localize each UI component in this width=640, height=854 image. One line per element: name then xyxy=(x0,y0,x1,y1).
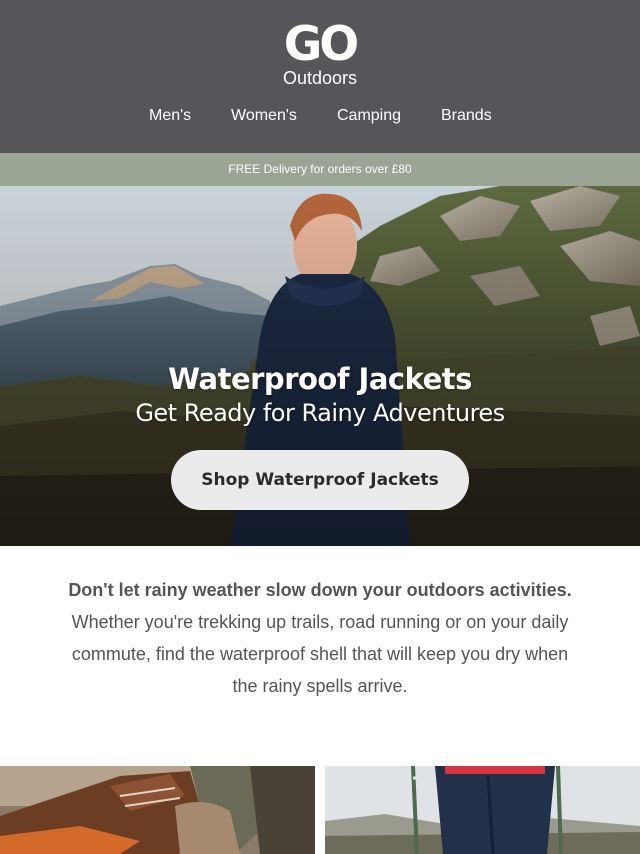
hiking-boots-image xyxy=(0,766,315,854)
go-outdoors-logo[interactable]: GO Outdoors xyxy=(270,17,370,88)
trekking-tile[interactable] xyxy=(325,766,640,854)
header: GO Outdoors Men's Women's Camping Brands xyxy=(0,0,640,153)
main-nav: Men's Women's Camping Brands xyxy=(0,104,640,130)
intro-body: Whether you're trekking up trails, road … xyxy=(71,612,569,696)
email-page: GO Outdoors Men's Women's Camping Brands… xyxy=(0,0,640,854)
hero-subtitle: Get Ready for Rainy Adventures xyxy=(135,399,505,427)
intro-heading: Don't let rainy weather slow down your o… xyxy=(68,580,572,600)
hero-title: Waterproof Jackets xyxy=(168,362,472,396)
nav-item-camping[interactable]: Camping xyxy=(337,104,401,128)
shop-waterproof-jackets-button[interactable]: Shop Waterproof Jackets xyxy=(171,450,469,510)
nav-item-womens[interactable]: Women's xyxy=(231,104,297,128)
hero-banner[interactable]: Waterproof Jackets Get Ready for Rainy A… xyxy=(0,186,640,546)
logo-mark: GO xyxy=(283,17,360,72)
boots-tile[interactable] xyxy=(0,766,315,854)
free-delivery-banner[interactable]: FREE Delivery for orders over £80 xyxy=(0,153,640,186)
nav-item-mens[interactable]: Men's xyxy=(149,104,191,128)
trekking-poles-image xyxy=(325,766,640,854)
intro-copy: Don't let rainy weather slow down your o… xyxy=(60,574,580,702)
logo-subtitle: Outdoors xyxy=(282,68,358,88)
nav-item-brands[interactable]: Brands xyxy=(441,104,492,128)
